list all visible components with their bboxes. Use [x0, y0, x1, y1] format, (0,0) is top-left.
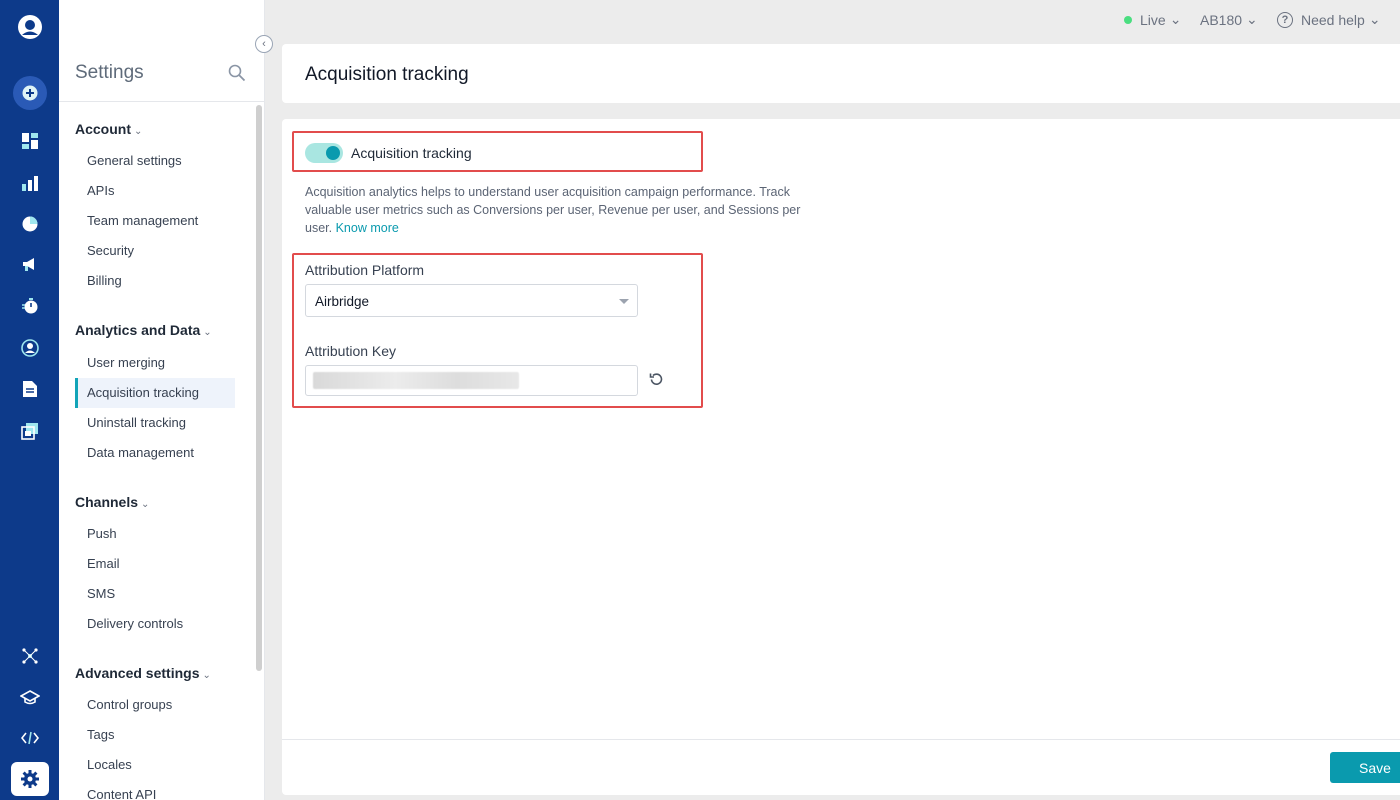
nav-group-analytics-and-data[interactable]: Analytics and Data ⌄ — [75, 322, 212, 338]
top-bar: Live ⌄ AB180 ⌄ ? Need help ⌄ — [266, 0, 1400, 40]
page-header: Acquisition tracking — [282, 44, 1400, 103]
sidebar-item-data-management[interactable]: Data management — [75, 438, 235, 468]
acquisition-settings-card: Acquisition tracking Acquisition analyti… — [282, 119, 1400, 795]
sidebar-item-content-api[interactable]: Content API — [75, 780, 235, 800]
selected-platform: Airbridge — [315, 294, 370, 309]
search-icon[interactable] — [228, 64, 246, 87]
live-status-dot — [1124, 15, 1132, 24]
pie-chart-icon[interactable] — [0, 209, 59, 239]
create-plus-icon[interactable] — [0, 75, 59, 111]
masked-key-value — [313, 372, 519, 389]
sidebar-item-push[interactable]: Push — [75, 519, 235, 549]
acquisition-tracking-toggle[interactable] — [305, 143, 343, 163]
sidebar-item-delivery-controls[interactable]: Delivery controls — [75, 609, 235, 639]
chevron-down-icon: ⌄ — [1368, 11, 1381, 27]
timer-icon[interactable] — [0, 291, 59, 321]
attribution-platform-select[interactable]: Airbridge — [305, 284, 638, 317]
chevron-down-icon: ⌄ — [1169, 11, 1182, 27]
chevron-down-icon: ⌄ — [141, 499, 150, 510]
chevron-down-icon: ⌄ — [1246, 11, 1258, 27]
attribution-key-label: Attribution Key — [305, 343, 397, 359]
chevron-down-icon: ⌄ — [203, 327, 212, 338]
sidebar-item-general-settings[interactable]: General settings — [75, 146, 235, 176]
chevron-down-icon: ⌄ — [202, 670, 211, 681]
sidebar-item-control-groups[interactable]: Control groups — [75, 690, 235, 720]
nav-group-channels[interactable]: Channels ⌄ — [75, 494, 149, 510]
help-icon: ? — [1277, 11, 1293, 28]
workspace-switcher[interactable]: AB180 ⌄ — [1200, 11, 1258, 28]
toggle-knob — [326, 146, 340, 160]
attribution-key-field[interactable] — [305, 365, 638, 396]
help-menu[interactable]: ? Need help ⌄ — [1277, 11, 1381, 28]
attribution-platform-label: Attribution Platform — [305, 262, 425, 278]
chevron-down-icon: ⌄ — [134, 126, 143, 137]
sidebar-item-locales[interactable]: Locales — [75, 750, 235, 780]
caret-down-icon — [619, 299, 629, 304]
sidebar-item-apis[interactable]: APIs — [75, 176, 235, 206]
sidebar-item-team-management[interactable]: Team management — [75, 206, 235, 236]
sidebar-scrollbar[interactable] — [256, 105, 262, 671]
sidebar-item-acquisition-tracking[interactable]: Acquisition tracking — [75, 378, 235, 408]
document-icon[interactable] — [0, 374, 59, 404]
regenerate-key-icon[interactable] — [648, 371, 664, 387]
sidebar-item-uninstall-tracking[interactable]: Uninstall tracking — [75, 408, 235, 438]
megaphone-icon[interactable] — [0, 249, 59, 279]
analytics-icon[interactable] — [0, 168, 59, 198]
sidebar-item-sms[interactable]: SMS — [75, 579, 235, 609]
environment-status[interactable]: Live ⌄ — [1124, 11, 1181, 28]
dashboard-icon[interactable] — [0, 126, 59, 156]
integrations-icon[interactable] — [0, 641, 59, 671]
settings-gear-icon[interactable] — [0, 762, 59, 796]
nav-group-advanced-settings[interactable]: Advanced settings ⌄ — [75, 665, 211, 681]
user-logo-icon[interactable] — [0, 12, 59, 42]
sidebar-item-security[interactable]: Security — [75, 236, 235, 266]
page-title: Acquisition tracking — [305, 64, 469, 85]
save-button[interactable]: Save — [1330, 752, 1400, 783]
toggle-label: Acquisition tracking — [351, 145, 472, 161]
icon-rail — [0, 0, 59, 800]
sidebar-item-user-merging[interactable]: User merging — [75, 348, 235, 378]
gallery-icon[interactable] — [0, 416, 59, 446]
sidebar-item-tags[interactable]: Tags — [75, 720, 235, 750]
user-circle-icon[interactable] — [0, 333, 59, 363]
sidebar-divider — [59, 101, 265, 102]
academy-icon[interactable] — [0, 683, 59, 713]
nav-group-account[interactable]: Account ⌄ — [75, 121, 142, 137]
settings-sidebar: Settings Account ⌄ General settings APIs … — [59, 0, 265, 800]
sidebar-title: Settings — [75, 62, 144, 83]
footer-divider — [282, 739, 1400, 740]
sidebar-item-email[interactable]: Email — [75, 549, 235, 579]
code-icon[interactable] — [0, 723, 59, 753]
description: Acquisition analytics helps to understan… — [305, 183, 810, 237]
know-more-link[interactable]: Know more — [336, 221, 399, 235]
sidebar-item-billing[interactable]: Billing — [75, 266, 235, 296]
